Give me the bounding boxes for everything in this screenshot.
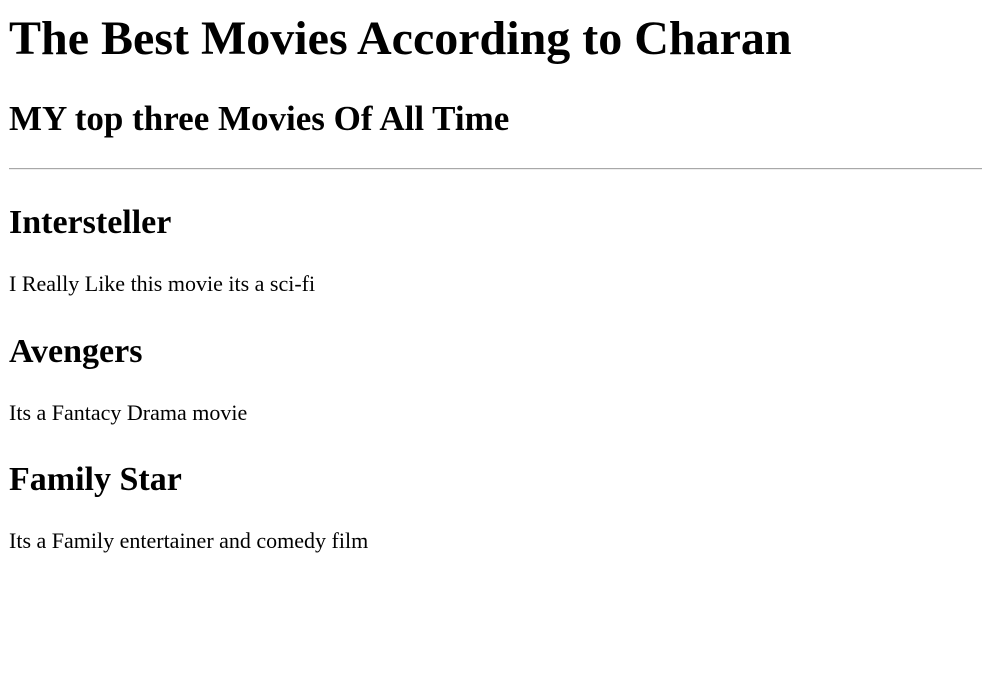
page-title: The Best Movies According to Charan: [9, 12, 792, 65]
page-subtitle: MY top three Movies Of All Time: [9, 99, 510, 138]
movie-item-family-star: Family Star Its a Family entertainer and…: [9, 461, 368, 552]
movie-description: Its a Family entertainer and comedy film: [9, 528, 369, 553]
movie-description: I Really Like this movie its a sci-fi: [9, 271, 316, 296]
movie-title: Intersteller: [9, 204, 172, 241]
movie-title: Family Star: [9, 461, 182, 498]
movie-description: Its a Fantacy Drama movie: [9, 400, 248, 425]
page: The Best Movies According to Charan MY t…: [0, 0, 983, 684]
movie-item-intersteller: Intersteller I Really Like this movie it…: [9, 204, 315, 295]
divider: [9, 168, 982, 170]
movie-title: Avengers: [9, 333, 143, 370]
movie-item-avengers: Avengers Its a Fantacy Drama movie: [9, 333, 247, 424]
